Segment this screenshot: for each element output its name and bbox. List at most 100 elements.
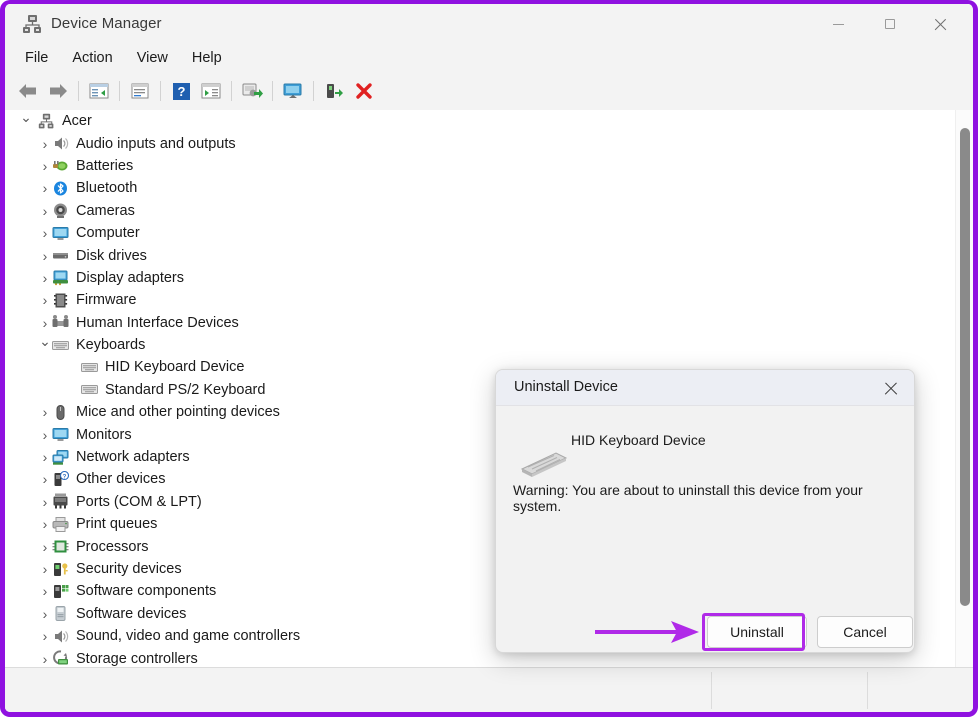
close-button[interactable]: [917, 4, 963, 44]
tree-row-label: Human Interface Devices: [76, 314, 239, 331]
chevron-right-icon[interactable]: ›: [38, 517, 52, 531]
tree-row-label: Acer: [62, 113, 92, 130]
forward-arrow-icon[interactable]: [43, 77, 73, 105]
chevron-right-icon[interactable]: ›: [38, 226, 52, 240]
status-bar: [5, 667, 973, 712]
dialog-close-button[interactable]: [874, 372, 908, 404]
chevron-right-icon[interactable]: ›: [38, 584, 52, 598]
menu-help[interactable]: Help: [182, 48, 232, 68]
scroll-down-arrow[interactable]: [956, 649, 973, 667]
chevron-down-icon[interactable]: ⌄: [19, 110, 33, 124]
uninstall-device-dialog: Uninstall Device HID Keyboard Device War…: [495, 369, 915, 653]
update-driver-icon[interactable]: [196, 77, 226, 105]
screenshot-frame: Device Manager File Action View Help ? ⌄…: [0, 0, 978, 717]
tree-row-display-adapters[interactable]: › Display adapters: [5, 267, 955, 289]
keyboard-icon: [52, 337, 69, 354]
tree-row-label: Other devices: [76, 471, 166, 488]
tree-row-label: Batteries: [76, 157, 134, 174]
bluetooth-icon: [52, 180, 69, 197]
chevron-right-icon[interactable]: ›: [38, 249, 52, 263]
chevron-down-icon[interactable]: ⌄: [38, 334, 52, 348]
storage-controller-icon: [52, 650, 69, 667]
display-icon[interactable]: [278, 77, 308, 105]
tree-row-human-interface-devices[interactable]: › Human Interface Devices: [5, 312, 955, 334]
scroll-up-arrow[interactable]: [956, 110, 973, 128]
tree-row-label: Audio inputs and outputs: [76, 135, 236, 152]
chevron-right-icon[interactable]: ›: [38, 652, 52, 666]
chevron-right-icon[interactable]: ›: [38, 428, 52, 442]
tree-row-firmware[interactable]: › Firmware: [5, 289, 955, 311]
tree-row-batteries[interactable]: › Batteries: [5, 155, 955, 177]
tree-row-keyboards[interactable]: ⌄ Keyboards: [5, 334, 955, 356]
chevron-right-icon[interactable]: ›: [38, 405, 52, 419]
minimize-button[interactable]: [815, 4, 861, 44]
chevron-right-icon[interactable]: ›: [38, 629, 52, 643]
chevron-right-icon[interactable]: ›: [38, 472, 52, 486]
disk-drive-icon: [52, 247, 69, 264]
tree-row-cameras[interactable]: › Cameras: [5, 200, 955, 222]
chevron-right-icon[interactable]: ›: [38, 271, 52, 285]
keyboard-icon: [81, 381, 98, 398]
cancel-button[interactable]: Cancel: [817, 616, 913, 648]
menu-bar: File Action View Help: [5, 44, 973, 72]
toolbar-separator: [78, 81, 79, 101]
maximize-button[interactable]: [867, 4, 913, 44]
vertical-scrollbar[interactable]: [955, 110, 973, 667]
scan-for-hardware-changes-icon[interactable]: [237, 77, 267, 105]
printer-icon: [52, 516, 69, 533]
back-arrow-icon[interactable]: [13, 77, 43, 105]
chevron-right-icon[interactable]: ›: [38, 562, 52, 576]
hid-icon: [52, 314, 69, 331]
chevron-right-icon[interactable]: ›: [38, 293, 52, 307]
tree-row-label: Network adapters: [76, 449, 190, 466]
tree-row-label: Software devices: [76, 605, 187, 622]
chevron-right-icon[interactable]: ›: [38, 450, 52, 464]
show-hide-console-tree-icon[interactable]: [84, 77, 114, 105]
tree-row-label: Keyboards: [76, 337, 146, 354]
software-device-icon: [52, 605, 69, 622]
properties-icon[interactable]: [125, 77, 155, 105]
tree-row-label: Ports (COM & LPT): [76, 493, 202, 510]
chevron-right-icon[interactable]: ›: [38, 495, 52, 509]
close-icon: [884, 381, 898, 395]
menu-file[interactable]: File: [15, 48, 58, 68]
uninstall-highlight-box: [702, 613, 805, 651]
device-manager-icon: [22, 14, 43, 35]
tree-row-label: Cameras: [76, 202, 135, 219]
annotation-arrow-icon: [595, 620, 705, 644]
tree-row-computer[interactable]: › Computer: [5, 222, 955, 244]
tree-row-label: Bluetooth: [76, 180, 138, 197]
computer-root-icon: [38, 113, 55, 130]
menu-action[interactable]: Action: [62, 48, 122, 68]
dialog-title: Uninstall Device: [514, 379, 618, 395]
close-icon: [934, 18, 947, 31]
help-icon[interactable]: ?: [166, 77, 196, 105]
chevron-right-icon[interactable]: ›: [38, 540, 52, 554]
chevron-right-icon[interactable]: ›: [38, 181, 52, 195]
battery-icon: [52, 157, 69, 174]
monitor-icon: [52, 225, 69, 242]
firmware-icon: [52, 292, 69, 309]
chevron-right-icon[interactable]: ›: [38, 137, 52, 151]
tree-row-label: Computer: [76, 225, 140, 242]
tree-row-bluetooth[interactable]: › Bluetooth: [5, 177, 955, 199]
scrollbar-thumb[interactable]: [960, 128, 970, 606]
tree-row-audio-inputs-and-outputs[interactable]: › Audio inputs and outputs: [5, 132, 955, 154]
tree-row-disk-drives[interactable]: › Disk drives: [5, 244, 955, 266]
tree-row-label: Security devices: [76, 561, 182, 577]
uninstall-device-icon[interactable]: [349, 77, 379, 105]
chevron-right-icon[interactable]: ›: [38, 204, 52, 218]
tree-row-label: Firmware: [76, 292, 137, 309]
speaker-icon: [52, 628, 69, 645]
processor-icon: [52, 538, 69, 555]
chevron-right-icon[interactable]: ›: [38, 316, 52, 330]
tree-row-label: HID Keyboard Device: [105, 359, 245, 376]
mouse-icon: [52, 404, 69, 421]
menu-view[interactable]: View: [127, 48, 178, 68]
chevron-right-icon[interactable]: ›: [38, 607, 52, 621]
add-legacy-hardware-icon[interactable]: [319, 77, 349, 105]
tree-row-label: Display adapters: [76, 269, 184, 286]
chevron-right-icon[interactable]: ›: [38, 159, 52, 173]
tree-row-label: Storage controllers: [76, 650, 198, 667]
tree-row-acer[interactable]: ⌄ Acer: [5, 110, 955, 132]
